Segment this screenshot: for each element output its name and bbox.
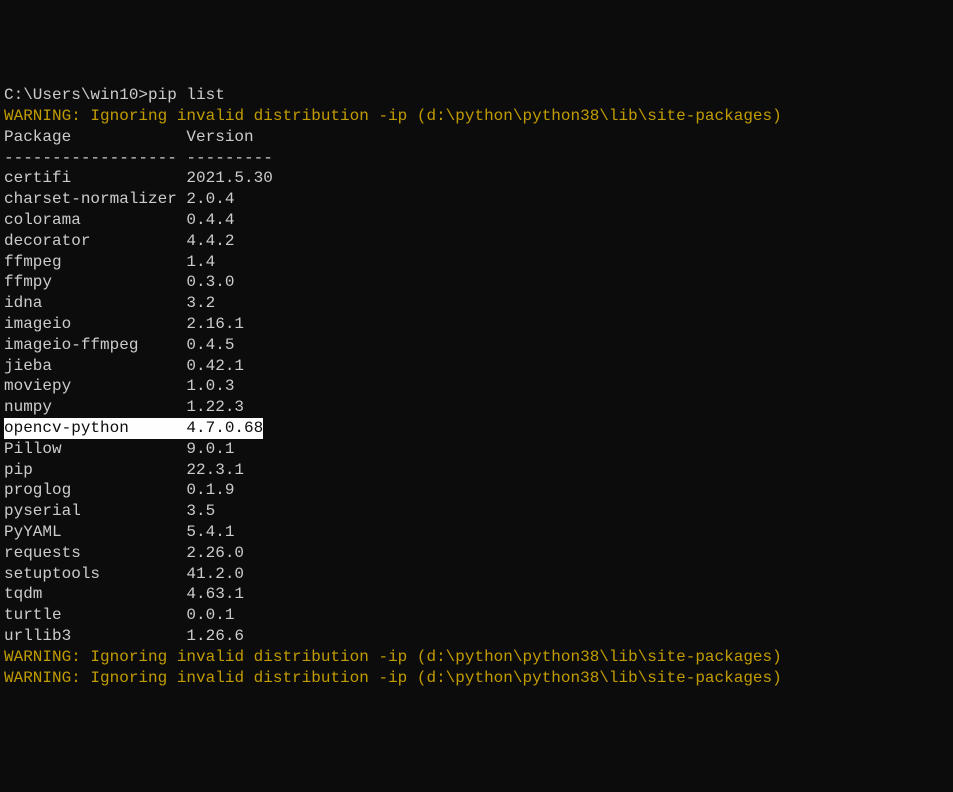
package-row: ffmpy0.3.0 [4,272,949,293]
package-version: 0.4.4 [186,210,234,231]
package-version: 41.2.0 [186,564,244,585]
package-name: Pillow [4,439,186,460]
package-row: Pillow9.0.1 [4,439,949,460]
package-row: imageio-ffmpeg0.4.5 [4,335,949,356]
package-name: pip [4,460,186,481]
package-row: ffmpeg1.4 [4,252,949,273]
package-row: charset-normalizer2.0.4 [4,189,949,210]
header-version: Version [186,127,253,148]
package-name: imageio-ffmpeg [4,335,186,356]
package-name: imageio [4,314,186,335]
package-name: jieba [4,356,186,377]
warning-line-bottom-1: WARNING: Ignoring invalid distribution -… [4,647,949,668]
package-row: requests2.26.0 [4,543,949,564]
package-version: 4.4.2 [186,231,234,252]
package-version: 0.1.9 [186,480,234,501]
package-row: colorama0.4.4 [4,210,949,231]
package-row: setuptools41.2.0 [4,564,949,585]
package-row: pip22.3.1 [4,460,949,481]
package-name: decorator [4,231,186,252]
table-header: PackageVersion [4,127,949,148]
package-name: colorama [4,210,186,231]
package-version: 9.0.1 [186,439,234,460]
package-name: setuptools [4,564,186,585]
package-row: turtle0.0.1 [4,605,949,626]
package-version: 3.5 [186,501,215,522]
package-name: turtle [4,605,186,626]
package-version: 1.22.3 [186,397,244,418]
package-name: proglog [4,480,186,501]
package-row: imageio2.16.1 [4,314,949,335]
table-divider: --------------------------- [4,148,949,169]
package-name: charset-normalizer [4,189,186,210]
package-name: numpy [4,397,186,418]
package-name: ffmpy [4,272,186,293]
package-version: 4.7.0.68 [186,418,263,439]
package-version: 1.26.6 [186,626,244,647]
package-version: 2.0.4 [186,189,234,210]
package-row: urllib31.26.6 [4,626,949,647]
package-name: certifi [4,168,186,189]
package-name: tqdm [4,584,186,605]
package-version: 0.4.5 [186,335,234,356]
package-row: PyYAML5.4.1 [4,522,949,543]
package-name: requests [4,543,186,564]
package-row: certifi2021.5.30 [4,168,949,189]
package-version: 3.2 [186,293,215,314]
package-version: 4.63.1 [186,584,244,605]
package-row: jieba0.42.1 [4,356,949,377]
package-name: moviepy [4,376,186,397]
package-row: moviepy1.0.3 [4,376,949,397]
package-name: ffmpeg [4,252,186,273]
package-name: pyserial [4,501,186,522]
warning-line-top: WARNING: Ignoring invalid distribution -… [4,106,949,127]
package-row: tqdm4.63.1 [4,584,949,605]
package-row: opencv-python4.7.0.68 [4,418,949,439]
header-package: Package [4,127,186,148]
warning-line-bottom-2: WARNING: Ignoring invalid distribution -… [4,668,949,689]
package-version: 2.16.1 [186,314,244,335]
package-name: urllib3 [4,626,186,647]
divider-version: --------- [186,148,272,169]
package-version: 0.3.0 [186,272,234,293]
package-version: 1.0.3 [186,376,234,397]
package-version: 5.4.1 [186,522,234,543]
package-version: 0.42.1 [186,356,244,377]
package-row: idna3.2 [4,293,949,314]
terminal-output[interactable]: C:\Users\win10>pip listWARNING: Ignoring… [4,85,949,688]
package-name: idna [4,293,186,314]
package-version: 1.4 [186,252,215,273]
package-row: pyserial3.5 [4,501,949,522]
package-version: 2021.5.30 [186,168,272,189]
divider-package: ------------------ [4,148,186,169]
package-row: decorator4.4.2 [4,231,949,252]
package-name: PyYAML [4,522,186,543]
package-version: 22.3.1 [186,460,244,481]
package-row: numpy1.22.3 [4,397,949,418]
package-list: certifi2021.5.30charset-normalizer2.0.4c… [4,168,949,646]
package-version: 0.0.1 [186,605,234,626]
package-name: opencv-python [4,418,186,439]
command-prompt-line: C:\Users\win10>pip list [4,85,949,106]
package-version: 2.26.0 [186,543,244,564]
package-row: proglog0.1.9 [4,480,949,501]
